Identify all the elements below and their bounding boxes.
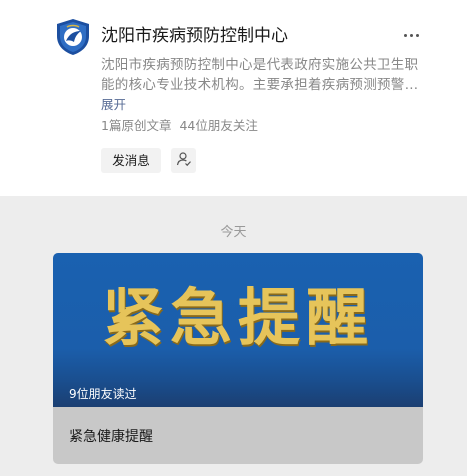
cover-headline: 紧急提醒	[101, 281, 374, 354]
article-feed: 今天 紧急提醒 9位朋友读过 紧急健康提醒	[0, 196, 467, 476]
date-separator: 今天	[220, 225, 247, 240]
account-profile-header: 沈阳市疾病预防控制中心 沈阳市疾病预防控制中心是代表政府实施公共卫生职能的核心专…	[0, 0, 467, 196]
article-card[interactable]: 紧急提醒 9位朋友读过 紧急健康提醒	[53, 253, 423, 464]
account-name: 沈阳市疾病预防控制中心	[101, 26, 288, 46]
article-cover-image: 紧急提醒	[53, 253, 423, 407]
person-check-icon	[176, 151, 192, 171]
expand-link[interactable]: 展开	[101, 96, 126, 114]
more-dots-icon[interactable]	[398, 22, 424, 48]
original-article-count: 1篇原创文章	[101, 118, 172, 133]
article-title[interactable]: 紧急健康提醒	[69, 427, 153, 447]
account-stats: 1篇原创文章 44位朋友关注	[101, 117, 258, 135]
cdc-shield-logo-icon	[55, 18, 91, 56]
friends-read-badge: 9位朋友读过	[69, 387, 137, 401]
friends-following-count[interactable]: 44位朋友关注	[179, 118, 257, 133]
follow-button[interactable]	[171, 148, 196, 173]
account-description: 沈阳市疾病预防控制中心是代表政府实施公共卫生职能的核心专业技术机构。主要承担着疾…	[101, 57, 419, 93]
send-message-button[interactable]: 发消息	[101, 148, 161, 173]
